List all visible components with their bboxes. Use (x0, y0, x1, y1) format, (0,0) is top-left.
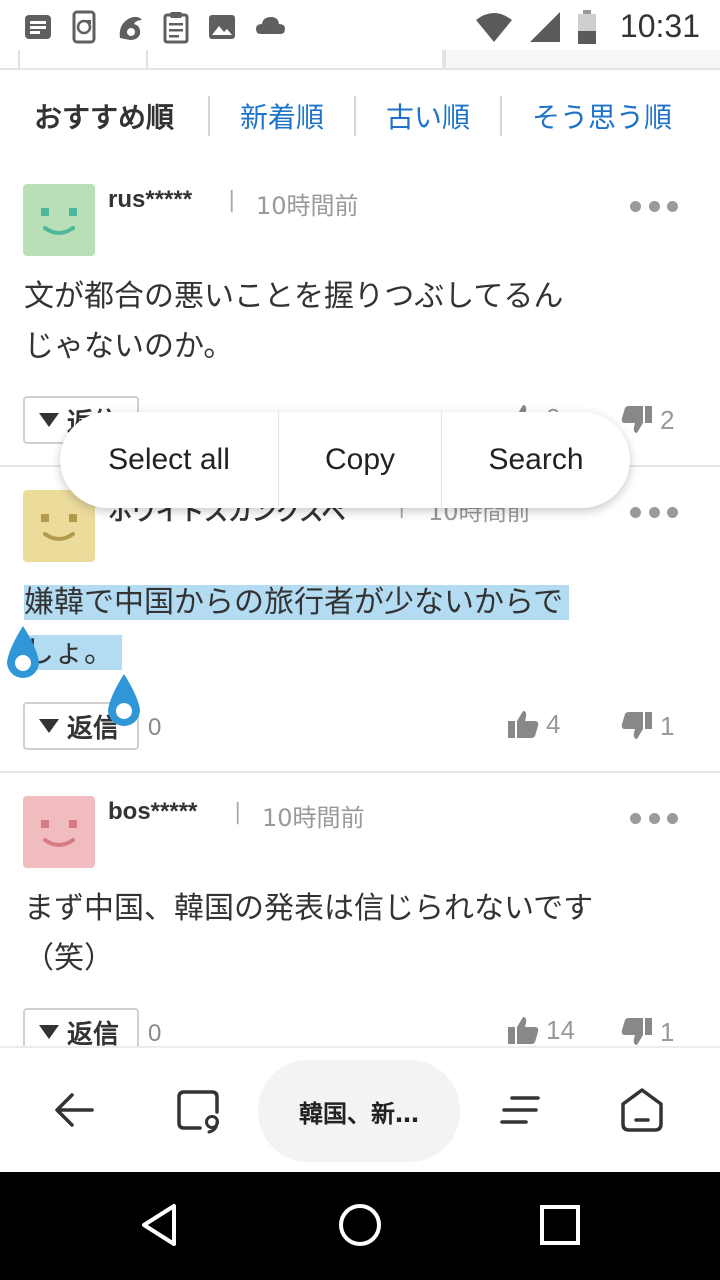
chevron-down-icon (39, 413, 59, 427)
dislike-count: 1 (660, 1016, 675, 1047)
system-recents-icon[interactable] (535, 1200, 585, 1250)
home-button[interactable] (602, 1068, 682, 1152)
home-icon (621, 1088, 663, 1132)
comment-time: 10時間前 (262, 804, 365, 832)
system-navigation-bar (0, 1172, 720, 1280)
notification-list-icon (25, 15, 51, 39)
comment-divider (0, 771, 720, 773)
clock: 10:31 (619, 8, 700, 44)
status-system-icons: 10:31 (474, 8, 700, 45)
text-selection-menu: Select all Copy Search (60, 412, 630, 508)
meta-separator: | (228, 188, 236, 213)
sort-newest[interactable]: 新着順 (210, 96, 354, 136)
smiley-face-icon (41, 208, 77, 235)
phone-sync-icon (72, 10, 96, 44)
menu-button[interactable] (480, 1068, 560, 1152)
reply-count: 0 (148, 714, 162, 741)
search-button[interactable]: Search (442, 443, 630, 477)
avatar[interactable] (23, 184, 95, 256)
comment-text-line: 嫌韓で中国からの旅行者が少ないからで (24, 578, 684, 628)
avatar[interactable] (23, 796, 95, 868)
dislike-button[interactable]: 1 (620, 1016, 674, 1048)
sort-oldest[interactable]: 古い順 (356, 96, 500, 136)
back-button[interactable] (34, 1068, 114, 1152)
reply-label: 返信 (67, 1019, 120, 1050)
clipboard-icon (163, 12, 189, 44)
thumbs-down-icon (621, 406, 652, 433)
like-count: 4 (546, 708, 561, 739)
comment-text-line: しょ。 (24, 628, 684, 678)
tab-middle[interactable] (146, 50, 444, 70)
tabs-count-icon (177, 1090, 219, 1134)
browser-app-icon (119, 16, 142, 40)
cloud-icon (256, 17, 285, 34)
wifi-icon (475, 12, 512, 42)
chevron-down-icon (39, 1025, 59, 1039)
selection-end-handle[interactable] (104, 674, 144, 730)
like-button[interactable]: 4 (506, 708, 560, 740)
select-all-button[interactable]: Select all (60, 443, 278, 477)
status-bar: 10:31 (0, 0, 720, 56)
comment-time: 10時間前 (256, 192, 359, 220)
comment-username[interactable]: bos***** (108, 798, 197, 826)
dislike-button[interactable]: 2 (620, 404, 674, 436)
system-back-icon[interactable] (136, 1200, 186, 1250)
selected-text[interactable]: 嫌韓で中国からの旅行者が少ないからで (24, 585, 570, 620)
comment-text-line: じゃないのか。 (24, 329, 234, 364)
sort-agree[interactable]: そう思う順 (502, 96, 702, 136)
thumbs-up-icon (508, 1017, 539, 1044)
thumbs-up-icon (508, 711, 539, 738)
chevron-down-icon (39, 719, 59, 733)
comment-text-line: まず中国、韓国の発表は信じられないです (24, 891, 594, 926)
top-tab-strip (0, 50, 720, 72)
battery-icon (577, 9, 596, 44)
like-count: 14 (546, 1014, 575, 1045)
thumbs-down-icon (621, 712, 652, 739)
selection-start-handle[interactable] (3, 626, 43, 682)
dislike-count: 2 (660, 404, 675, 435)
comment-username[interactable]: rus***** (108, 186, 192, 214)
browser-bottom-bar: 韓国、新… (0, 1046, 720, 1172)
like-button[interactable]: 14 (506, 1014, 575, 1046)
comment-text[interactable]: 文が都合の悪いことを握りつぶしてるん じゃないのか。 (24, 272, 664, 372)
tab-left[interactable] (0, 50, 20, 70)
sort-bar: おすすめ順 新着順 古い順 そう思う順 (0, 90, 720, 142)
tab-right[interactable] (444, 50, 720, 70)
more-options-icon[interactable] (630, 808, 678, 828)
copy-button[interactable]: Copy (279, 443, 441, 477)
comment-text-line: 文が都合の悪いことを握りつぶしてるん (24, 279, 564, 314)
more-options-icon[interactable] (630, 196, 678, 216)
status-notification-icons (22, 10, 288, 44)
more-options-icon[interactable] (630, 502, 678, 522)
dislike-count: 1 (660, 710, 675, 741)
reply-count: 0 (148, 1020, 162, 1047)
comment-text[interactable]: 嫌韓で中国からの旅行者が少ないからで しょ。 (24, 578, 684, 678)
system-home-icon[interactable] (335, 1200, 385, 1250)
menu-lines-icon (500, 1096, 540, 1124)
tabs-button[interactable] (158, 1068, 238, 1152)
comment-text-line: （笑） (24, 941, 114, 976)
meta-separator: | (234, 800, 242, 825)
dislike-button[interactable]: 1 (620, 710, 674, 742)
smiley-face-icon (41, 820, 77, 847)
back-arrow-icon (55, 1093, 94, 1127)
thumbs-down-icon (621, 1018, 652, 1045)
sort-recommended[interactable]: おすすめ順 (0, 96, 208, 136)
image-icon (209, 15, 235, 39)
cell-signal-icon (529, 11, 560, 42)
comment-text[interactable]: まず中国、韓国の発表は信じられないです （笑） (24, 884, 704, 984)
current-page-pill[interactable]: 韓国、新… (258, 1060, 460, 1162)
